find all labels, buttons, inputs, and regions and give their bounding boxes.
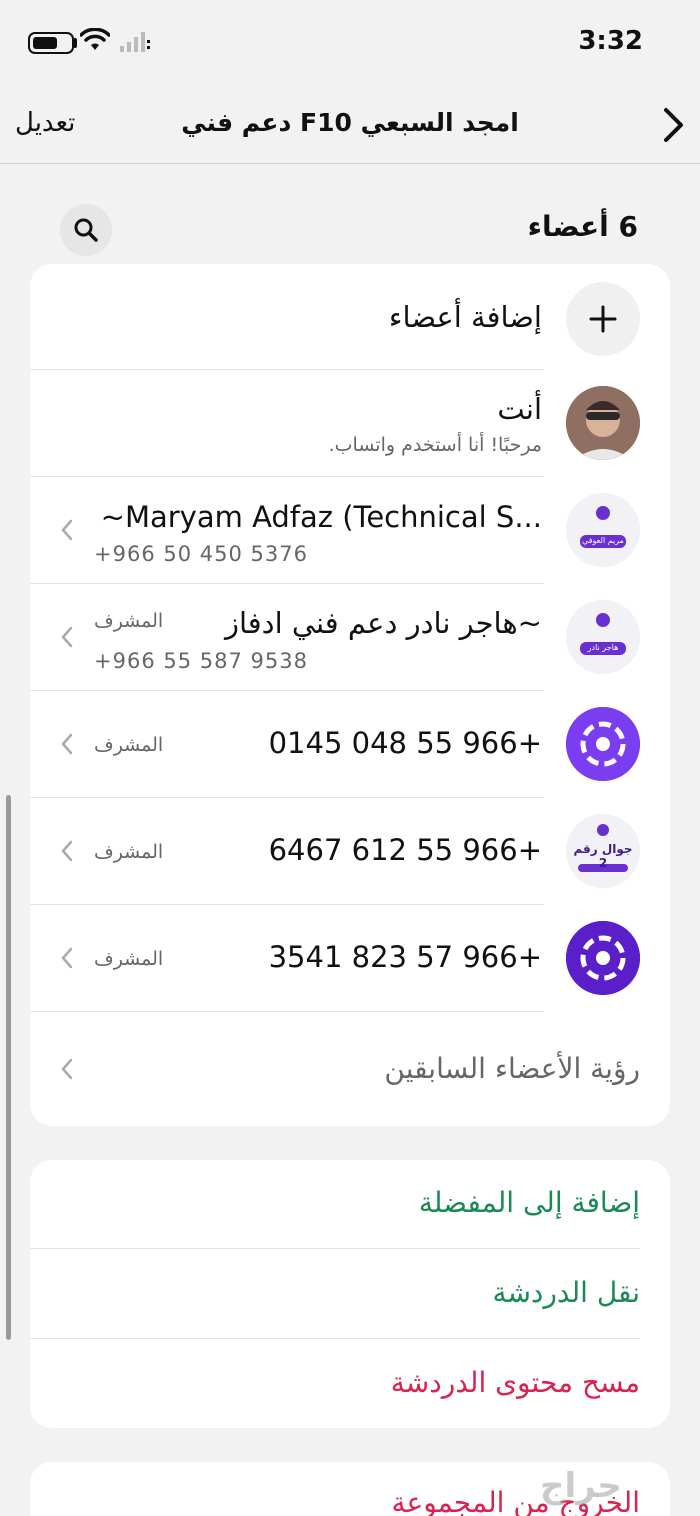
avatar-label: مريم العوفي: [582, 536, 624, 545]
you-status: مرحبًا! أنا أستخدم واتساب.: [328, 434, 542, 456]
members-count: 6 أعضاء: [527, 210, 638, 243]
avatar[interactable]: مريم العوفي: [566, 493, 640, 567]
admin-badge: المشرف: [94, 610, 164, 632]
chevron-left-icon[interactable]: [60, 840, 74, 862]
avatar[interactable]: [566, 921, 640, 995]
member-name[interactable]: +966 57 823 3541: [269, 940, 542, 974]
divider: [30, 797, 544, 798]
add-members-label[interactable]: إضافة أعضاء: [389, 300, 542, 334]
chevron-left-icon[interactable]: [60, 733, 74, 755]
edit-button[interactable]: تعديل: [15, 108, 75, 138]
you-name: أنت: [497, 392, 542, 426]
divider: [30, 583, 544, 584]
avatar[interactable]: هاجر نادر: [566, 600, 640, 674]
battery-icon: [28, 32, 74, 54]
search-button[interactable]: [60, 204, 112, 256]
search-icon: [74, 218, 98, 242]
chevron-left-icon[interactable]: [60, 1058, 74, 1080]
divider: [30, 1338, 640, 1339]
admin-badge: المشرف: [94, 948, 164, 970]
plus-icon: [589, 305, 617, 333]
nav-bar: تعديل امجد السبعي F10 دعم فني: [0, 86, 700, 164]
avatar-label: جوال رقم 2: [573, 842, 633, 870]
members-card: إضافة أعضاء أنت مرحبًا! أنا أستخدم واتسا…: [30, 264, 670, 1126]
divider: [30, 904, 544, 905]
avatar[interactable]: [566, 707, 640, 781]
battery-tip: [74, 38, 77, 48]
scrollbar[interactable]: [6, 795, 11, 1340]
export-chat-button[interactable]: نقل الدردشة: [492, 1276, 640, 1309]
signal-icon: [120, 32, 152, 58]
member-name[interactable]: +966 55 612 6467: [269, 833, 542, 867]
member-phone: +966 55 587 9538: [94, 649, 308, 673]
actions-card: إضافة إلى المفضلة نقل الدردشة مسح محتوى …: [30, 1160, 670, 1428]
member-name[interactable]: +966 55 048 0145: [269, 726, 542, 760]
divider: [30, 369, 544, 370]
member-phone: +966 50 450 5376: [94, 542, 308, 566]
page-title: امجد السبعي F10 دعم فني: [181, 108, 519, 137]
divider: [30, 690, 544, 691]
add-members-button[interactable]: [566, 282, 640, 356]
admin-badge: المشرف: [94, 841, 164, 863]
chevron-left-icon[interactable]: [60, 626, 74, 648]
divider: [30, 476, 544, 477]
watermark: حراج: [540, 1466, 622, 1506]
avatar-label: هاجر نادر: [587, 643, 619, 652]
member-name[interactable]: ~هاجر نادر دعم فني ادفاز: [225, 606, 542, 640]
member-name[interactable]: ~Maryam Adfaz (Technical S...: [101, 500, 542, 534]
back-chevron-icon[interactable]: [662, 106, 686, 148]
clear-chat-button[interactable]: مسح محتوى الدردشة: [391, 1366, 640, 1399]
chevron-left-icon[interactable]: [60, 947, 74, 969]
avatar[interactable]: [566, 386, 640, 460]
chevron-left-icon[interactable]: [60, 519, 74, 541]
past-members-link[interactable]: رؤية الأعضاء السابقين: [384, 1052, 640, 1085]
divider: [30, 1011, 544, 1012]
divider: [30, 1248, 640, 1249]
admin-badge: المشرف: [94, 734, 164, 756]
wifi-icon: [79, 27, 111, 56]
avatar[interactable]: جوال رقم 2: [566, 814, 640, 888]
status-time: 3:32: [578, 26, 643, 56]
add-to-favorites-button[interactable]: إضافة إلى المفضلة: [419, 1186, 640, 1219]
